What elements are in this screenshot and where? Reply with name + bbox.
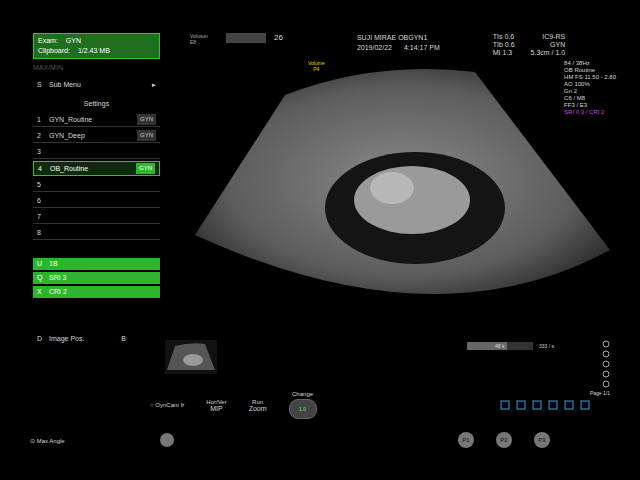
- p-button[interactable]: P3: [534, 432, 550, 448]
- settings-item[interactable]: 7: [33, 210, 160, 224]
- control[interactable]: Hor/VerMIP: [206, 399, 226, 412]
- parameter: AO 100%: [564, 81, 616, 88]
- probe-info: 5.3cm / 1.0: [531, 49, 566, 57]
- toggle-item[interactable]: U1B: [33, 258, 160, 270]
- safety-index: MI 1.3: [493, 49, 515, 57]
- parameter: HM FS 11.50 - 2.80: [564, 74, 616, 81]
- header: VolusonE8 26 SUJI MIRAE OBGYN12019/02/22 4:…: [160, 0, 640, 60]
- settings-item[interactable]: 6: [33, 194, 160, 208]
- thumbnail[interactable]: [165, 340, 217, 374]
- safety-index: TIb 0.6: [493, 41, 515, 49]
- ultrasound-image: [180, 60, 620, 340]
- time: 4:14:17 PM: [404, 43, 440, 53]
- date: 2019/02/22: [357, 43, 392, 53]
- parameter-list: 84 / 38HzOB RoutineHM FS 11.50 - 2.80AO …: [564, 60, 616, 116]
- patient-age: 26: [274, 33, 283, 42]
- clipboard-value: 1/2.43 MB: [78, 46, 110, 56]
- image-pos[interactable]: DImage Pos.B: [33, 332, 160, 345]
- settings-tag: GYN: [137, 114, 156, 125]
- probe-info: GYN: [550, 41, 565, 49]
- change-control[interactable]: Change1.0: [289, 391, 317, 419]
- tool-icon[interactable]: [602, 380, 610, 388]
- parameter: C6 / M8: [564, 95, 616, 102]
- settings-item[interactable]: 8: [33, 226, 160, 240]
- settings-tag: GYN: [136, 163, 155, 174]
- settings-title: Settings: [33, 99, 160, 109]
- p-button[interactable]: P2: [496, 432, 512, 448]
- p-button[interactable]: P1: [458, 432, 474, 448]
- ultrasound-screen: Exam:GYNClipboard:1/2.43 MBMAX/MINSSub M…: [0, 0, 640, 480]
- submenu-item[interactable]: SSub Menu▸: [33, 78, 160, 91]
- settings-item[interactable]: 5: [33, 178, 160, 192]
- page-indicator: Page 1/1: [590, 390, 610, 396]
- parameter: FF3 / E3: [564, 102, 616, 109]
- toggle-item[interactable]: QSRI 3: [33, 272, 160, 284]
- patient-name-blur: [226, 33, 266, 43]
- probe-info: IC9-RS: [542, 33, 565, 41]
- exam-label: Exam:: [38, 36, 58, 46]
- tool-icon[interactable]: [602, 350, 610, 358]
- settings-item[interactable]: 3: [33, 145, 160, 159]
- gauge: 48 k333 / s: [467, 342, 554, 350]
- parameter: Gn 2: [564, 88, 616, 95]
- max-angle[interactable]: ⊙ Max Angle: [30, 437, 130, 444]
- settings-tag: GYN: [137, 130, 156, 141]
- menu-hint: MAX/MIN: [33, 63, 160, 73]
- knob-icon[interactable]: 1.0: [289, 399, 317, 419]
- exam-value: GYN: [66, 36, 81, 46]
- round-button[interactable]: [160, 433, 174, 447]
- cine-label: ○ OynCam fr: [150, 402, 184, 408]
- left-panel: Exam:GYNClipboard:1/2.43 MBMAX/MINSSub M…: [33, 0, 160, 340]
- parameter: SRI II 3 / CRI 2: [564, 109, 616, 116]
- logo: VolusonE8: [190, 33, 218, 45]
- settings-item[interactable]: 4OB_RoutineGYN: [33, 161, 160, 176]
- exam-box: Exam: GYNClipboard: 1/2.43 MB: [33, 33, 160, 59]
- save-icon[interactable]: [580, 400, 590, 410]
- settings-item[interactable]: 2GYN_DeepGYN: [33, 129, 160, 143]
- tool-icon[interactable]: [602, 360, 610, 368]
- institution: SUJI MIRAE OBGYN1: [357, 33, 440, 43]
- save-icon[interactable]: [548, 400, 558, 410]
- save-icon[interactable]: [500, 400, 510, 410]
- save-icon[interactable]: [564, 400, 574, 410]
- parameter: 84 / 38Hz: [564, 60, 616, 67]
- safety-index: TIs 0.6: [493, 33, 515, 41]
- focus-marker: VolumeP4: [308, 60, 325, 72]
- parameter: OB Routine: [564, 67, 616, 74]
- settings-item[interactable]: 1GYN_RoutineGYN: [33, 113, 160, 127]
- save-icon[interactable]: [516, 400, 526, 410]
- control[interactable]: RunZoom: [249, 399, 267, 412]
- save-icon[interactable]: [532, 400, 542, 410]
- tool-icon[interactable]: [602, 340, 610, 348]
- toggle-item[interactable]: XCRI 2: [33, 286, 160, 298]
- tool-icon[interactable]: [602, 370, 610, 378]
- clipboard-label: Clipboard:: [38, 46, 70, 56]
